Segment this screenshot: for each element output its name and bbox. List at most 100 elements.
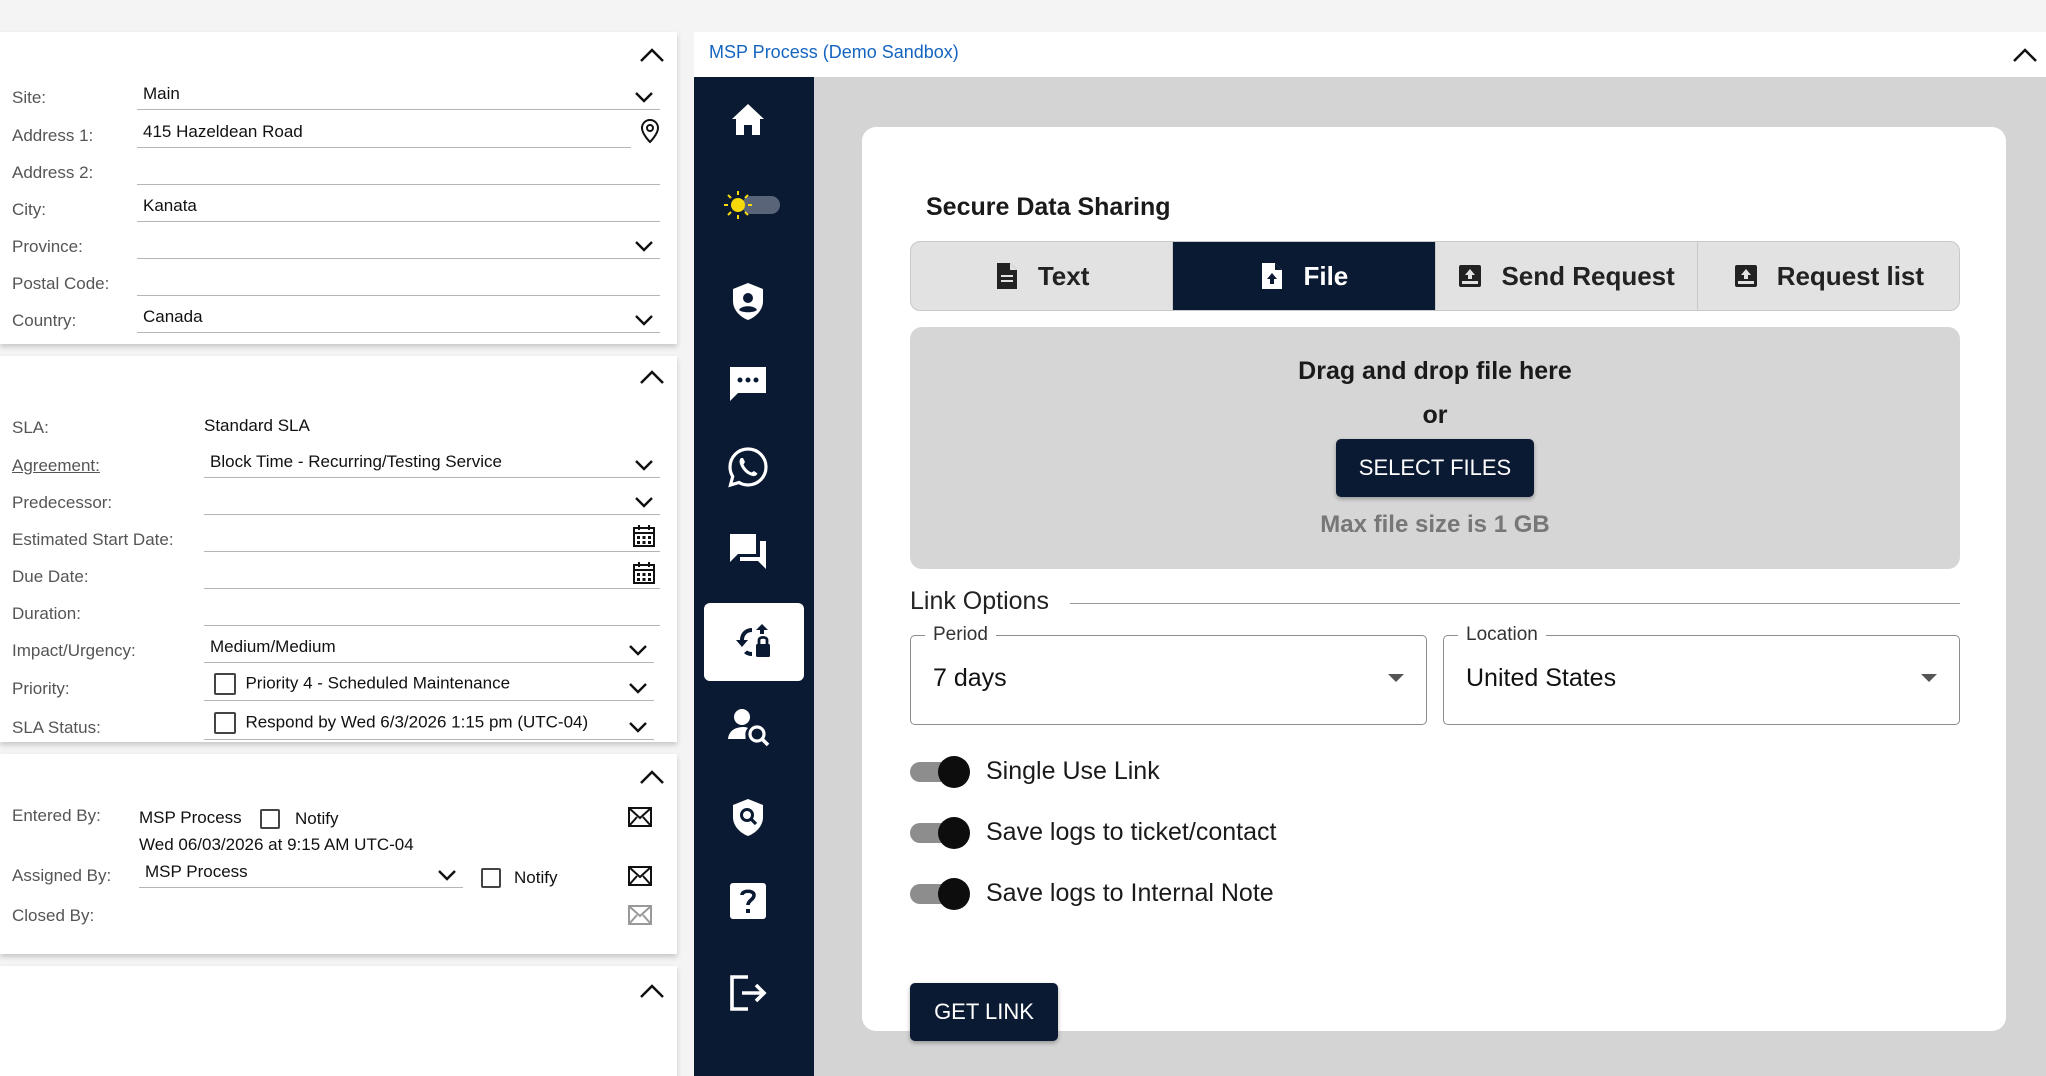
period-select[interactable]: Period 7 days: [910, 624, 1427, 725]
period-value: 7 days: [933, 664, 1007, 692]
get-link-button[interactable]: GET LINK: [910, 983, 1058, 1041]
period-label: Period: [925, 624, 996, 646]
toggle-switch[interactable]: [910, 817, 970, 849]
tab-request-list-label: Request list: [1776, 260, 1925, 291]
map-pin-icon[interactable]: [639, 118, 661, 144]
email-icon[interactable]: [627, 865, 653, 887]
ticket-details-panel: Site: Main Address 1: 415 Hazeldean Road…: [0, 32, 677, 1076]
msp-process-window: MSP Process (Demo Sandbox) Secure Data S…: [694, 32, 2046, 1076]
email-icon[interactable]: [627, 806, 653, 828]
chevron-down-icon: [635, 92, 653, 103]
collapse-sla-button[interactable]: [635, 362, 669, 392]
collapse-address-button[interactable]: [635, 40, 669, 70]
help-button[interactable]: [724, 877, 772, 925]
impact-select[interactable]: Medium/Medium: [204, 633, 654, 663]
est-start-date-input[interactable]: [204, 522, 660, 552]
chevron-down-icon: [635, 315, 653, 326]
duration-input[interactable]: [204, 596, 660, 626]
tab-text[interactable]: Text: [911, 242, 1174, 310]
assigned-notify-checkbox[interactable]: [481, 868, 501, 888]
save-logs-ticket-label: Save logs to ticket/contact: [986, 817, 1277, 846]
chevron-up-icon: [640, 770, 664, 784]
tab-file[interactable]: File: [1173, 242, 1436, 310]
location-select[interactable]: Location United States: [1443, 624, 1960, 725]
collapse-window-button[interactable]: [2008, 40, 2042, 70]
secure-share-button[interactable]: [704, 603, 804, 681]
tab-send-request-label: Send Request: [1501, 260, 1675, 291]
collapse-people-button[interactable]: [635, 762, 669, 792]
home-icon: [732, 104, 764, 135]
chevron-up-icon: [640, 984, 664, 998]
country-row: Country: Canada: [0, 301, 677, 337]
entered-notify-checkbox[interactable]: [260, 809, 280, 829]
sla-card: SLA: Standard SLA Agreement: Block Time …: [0, 356, 677, 742]
province-select[interactable]: [137, 229, 660, 259]
home-button[interactable]: [724, 95, 772, 143]
select-files-button[interactable]: SELECT FILES: [1336, 439, 1534, 497]
document-icon: [996, 263, 1017, 289]
chevron-up-icon: [640, 48, 664, 62]
calendar-icon[interactable]: [632, 524, 656, 548]
toggle-switch[interactable]: [910, 756, 970, 788]
file-upload-icon: [1262, 263, 1283, 289]
user-search-button[interactable]: [724, 701, 772, 749]
file-drop-zone[interactable]: Drag and drop file here or SELECT FILES …: [910, 327, 1960, 569]
predecessor-select[interactable]: [204, 485, 660, 515]
tab-file-label: File: [1303, 260, 1349, 291]
toggle-switch[interactable]: [910, 878, 970, 910]
location-label: Location: [1458, 624, 1546, 646]
site-select[interactable]: Main: [137, 80, 660, 110]
postal-input[interactable]: [137, 266, 660, 296]
forum-button[interactable]: [724, 527, 772, 575]
window-title[interactable]: MSP Process (Demo Sandbox): [709, 42, 959, 63]
closed-by-label: Closed By:: [12, 906, 95, 925]
country-select[interactable]: Canada: [137, 303, 660, 333]
assigned-by-select[interactable]: MSP Process: [139, 858, 463, 888]
chevron-down-icon: [629, 722, 647, 733]
agreement-select[interactable]: Block Time - Recurring/Testing Service: [204, 448, 660, 478]
priority-value-wrap: Priority 4 - Scheduled Maintenance: [214, 673, 510, 695]
sla-status-value-wrap: Respond by Wed 6/3/2026 1:15 pm (UTC-04): [214, 712, 588, 734]
due-date-input[interactable]: [204, 559, 660, 589]
save-logs-ticket-toggle[interactable]: Save logs to ticket/contact: [910, 812, 1276, 852]
security-user-button[interactable]: [724, 277, 772, 325]
entered-date: Wed 06/03/2026 at 9:15 AM UTC-04: [139, 835, 414, 854]
chat-button[interactable]: [724, 359, 772, 407]
site-value: Main: [143, 84, 180, 103]
tab-request-list[interactable]: Request list: [1698, 242, 1959, 310]
address1-value: 415 Hazeldean Road: [143, 122, 303, 141]
tab-send-request[interactable]: Send Request: [1436, 242, 1698, 310]
chevron-up-icon: [640, 370, 664, 384]
agreement-label[interactable]: Agreement:: [12, 456, 100, 476]
entered-by-value: MSP Process: [139, 808, 242, 827]
est-start-label: Estimated Start Date:: [12, 530, 174, 549]
single-use-link-toggle[interactable]: Single Use Link: [910, 751, 1160, 791]
impact-label: Impact/Urgency:: [12, 641, 136, 660]
drop-title: Drag and drop file here: [1298, 357, 1572, 385]
agreement-row: Agreement: Block Time - Recurring/Testin…: [0, 446, 677, 482]
city-input[interactable]: Kanata: [137, 192, 660, 222]
city-label: City:: [12, 200, 46, 219]
dropdown-arrow-icon: [1921, 674, 1937, 682]
window-header: MSP Process (Demo Sandbox): [694, 32, 2046, 77]
save-logs-internal-toggle[interactable]: Save logs to Internal Note: [910, 873, 1274, 913]
priority-select[interactable]: Priority 4 - Scheduled Maintenance: [204, 671, 654, 701]
logout-button[interactable]: [724, 969, 772, 1017]
address2-input[interactable]: [137, 155, 660, 185]
sharing-tabs: Text File Send Request Request list: [910, 241, 1960, 311]
whatsapp-button[interactable]: [724, 443, 772, 491]
est-start-row: Estimated Start Date:: [0, 520, 677, 556]
chevron-up-icon: [2013, 48, 2037, 62]
sla-status-select[interactable]: Respond by Wed 6/3/2026 1:15 pm (UTC-04): [204, 710, 654, 740]
theme-toggle[interactable]: [724, 189, 784, 219]
link-options-label: Link Options: [910, 587, 1049, 615]
province-row: Province:: [0, 227, 677, 263]
province-label: Province:: [12, 237, 83, 256]
shield-search-button[interactable]: [724, 793, 772, 841]
address1-input[interactable]: 415 Hazeldean Road: [137, 118, 660, 148]
calendar-icon[interactable]: [632, 561, 656, 585]
due-date-row: Due Date:: [0, 557, 677, 593]
chevron-down-icon: [635, 460, 653, 471]
max-file-size: Max file size is 1 GB: [1320, 511, 1550, 538]
collapse-extra-button[interactable]: [635, 976, 669, 1006]
